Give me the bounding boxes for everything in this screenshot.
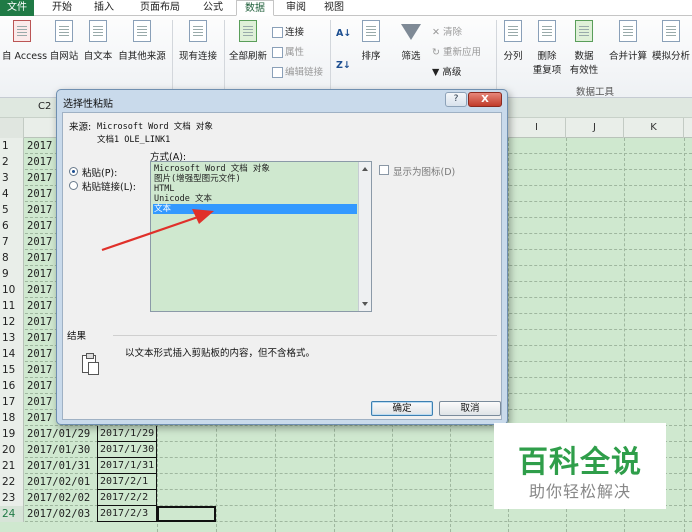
watermark-title: 百科全说 xyxy=(518,445,642,480)
arrow-head xyxy=(192,209,214,224)
watermark-subtitle: 助你轻松解决 xyxy=(528,482,631,501)
arrow-shaft xyxy=(101,215,199,252)
watermark: 百科全说 助你轻松解决 xyxy=(494,423,666,509)
